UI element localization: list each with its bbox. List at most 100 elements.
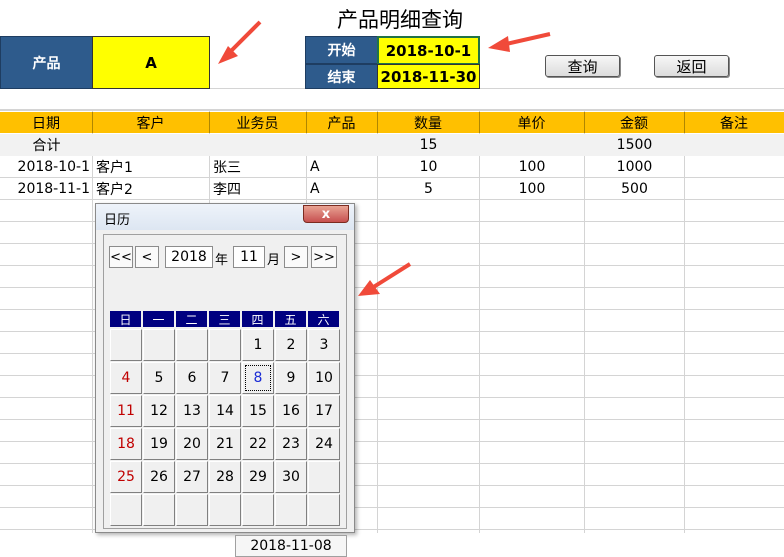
calendar-day[interactable]: 15 [242,395,274,427]
cell-customer[interactable]: 客户2 [92,178,210,200]
calendar-day[interactable] [143,329,175,361]
spacer-row [0,88,784,110]
calendar-day[interactable]: 14 [209,395,241,427]
calendar-day[interactable] [242,494,274,526]
calendar-day[interactable]: 24 [308,428,340,460]
first-year-button[interactable]: << [109,246,133,268]
calendar-dialog: 日历 x << < 2018 年 11 月 > >> 日 一 二 三 四 五 六… [95,203,355,557]
weekday-fri: 五 [275,311,306,327]
calendar-day[interactable] [143,494,175,526]
weekday-wed: 三 [209,311,240,327]
calendar-day[interactable]: 26 [143,461,175,493]
calendar-day[interactable]: 21 [209,428,241,460]
calendar-day[interactable]: 9 [275,362,307,394]
calendar-day[interactable]: 4 [110,362,142,394]
calendar-day[interactable]: 22 [242,428,274,460]
total-qty[interactable]: 15 [377,134,480,156]
cell-qty[interactable]: 10 [377,156,480,178]
weekday-sat: 六 [308,311,339,327]
col-header-salesman: 业务员 [209,112,307,133]
start-date-input[interactable]: 2018-10-1 [377,36,480,65]
calendar-day[interactable]: 29 [242,461,274,493]
calendar-day[interactable]: 5 [143,362,175,394]
calendar-day[interactable]: 30 [275,461,307,493]
total-label[interactable]: 合计 [0,134,93,156]
calendar-day[interactable]: 7 [209,362,241,394]
year-field[interactable]: 2018 [165,246,213,268]
calendar-day[interactable]: 1 [242,329,274,361]
calendar-day[interactable] [308,494,340,526]
cell-qty[interactable]: 5 [377,178,480,200]
calendar-day-selected[interactable]: 8 [242,362,274,394]
col-header-product: 产品 [306,112,378,133]
calendar-day[interactable]: 23 [275,428,307,460]
query-button[interactable]: 查询 [545,55,620,77]
calendar-day[interactable]: 16 [275,395,307,427]
cell-salesman[interactable]: 张三 [209,156,307,178]
back-button[interactable]: 返回 [654,55,729,77]
total-amount[interactable]: 1500 [584,134,685,156]
annotation-arrow-1 [218,20,262,64]
prev-month-button[interactable]: < [135,246,159,268]
cell-product[interactable]: A [306,178,378,200]
calendar-day[interactable]: 27 [176,461,208,493]
cell-price[interactable]: 100 [479,156,585,178]
col-header-qty: 数量 [377,112,480,133]
calendar-day[interactable] [209,494,241,526]
today-display[interactable]: 2018-11-08 [235,535,347,557]
calendar-day[interactable]: 13 [176,395,208,427]
month-field[interactable]: 11 [233,246,265,268]
calendar-day[interactable] [110,494,142,526]
selected-day-label: 8 [245,365,271,391]
product-input[interactable]: A [92,36,210,89]
calendar-day[interactable]: 18 [110,428,142,460]
start-label: 开始 [305,36,378,64]
cell-salesman[interactable]: 李四 [209,178,307,200]
calendar-day[interactable] [308,461,340,493]
calendar-day[interactable]: 25 [110,461,142,493]
dialog-title: 日历 [104,213,131,228]
end-label: 结束 [305,64,378,89]
cell-product[interactable]: A [306,156,378,178]
calendar-day[interactable]: 12 [143,395,175,427]
end-date-input[interactable]: 2018-11-30 [377,64,480,89]
col-header-date: 日期 [0,112,93,133]
month-unit: 月 [267,253,281,268]
annotation-arrow-2 [488,32,551,52]
annotation-arrow-3 [358,262,412,296]
calendar-day[interactable]: 20 [176,428,208,460]
calendar-day[interactable] [275,494,307,526]
last-year-button[interactable]: >> [311,246,337,268]
calendar-day[interactable]: 28 [209,461,241,493]
close-icon[interactable]: x [303,205,349,223]
cell-date[interactable]: 2018-11-1 [0,178,93,200]
col-header-price: 单价 [479,112,585,133]
year-unit: 年 [215,253,229,268]
calendar-panel: << < 2018 年 11 月 > >> 日 一 二 三 四 五 六 1234… [103,234,347,557]
calendar-day[interactable] [110,329,142,361]
calendar-day[interactable]: 3 [308,329,340,361]
product-label: 产品 [0,36,93,89]
page-title: 产品明细查询 [337,8,463,32]
weekday-sun: 日 [110,311,141,327]
calendar-day[interactable] [209,329,241,361]
cell-date[interactable]: 2018-10-1 [0,156,93,178]
col-header-amount: 金额 [584,112,685,133]
calendar-day[interactable]: 17 [308,395,340,427]
col-header-note: 备注 [720,115,748,132]
calendar-day[interactable]: 19 [143,428,175,460]
weekday-thu: 四 [242,311,273,327]
cell-amount[interactable]: 500 [584,178,685,200]
cell-customer[interactable]: 客户1 [92,156,210,178]
calendar-day[interactable]: 10 [308,362,340,394]
calendar-day[interactable]: 6 [176,362,208,394]
calendar-day[interactable]: 2 [275,329,307,361]
next-month-button[interactable]: > [284,246,308,268]
calendar-day[interactable] [176,494,208,526]
calendar-day[interactable]: 11 [110,395,142,427]
cell-amount[interactable]: 1000 [584,156,685,178]
calendar-day[interactable] [176,329,208,361]
weekday-mon: 一 [143,311,174,327]
weekday-tue: 二 [176,311,207,327]
cell-price[interactable]: 100 [479,178,585,200]
